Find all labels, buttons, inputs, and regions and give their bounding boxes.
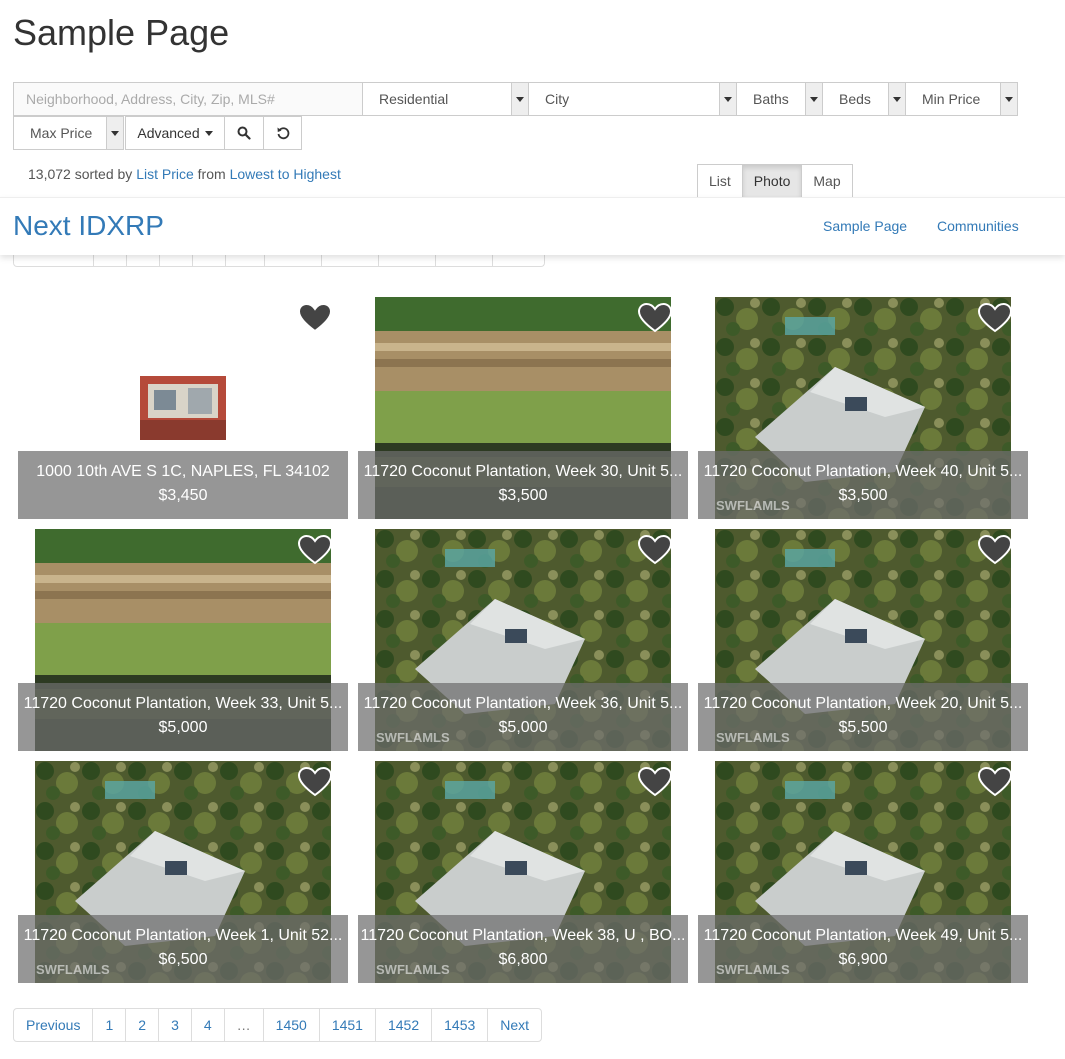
listing-price: $3,450	[158, 487, 208, 504]
sort-order-link[interactable]: Lowest to Highest	[230, 166, 341, 182]
search-icon	[237, 126, 251, 140]
chevron-down-icon	[1000, 83, 1017, 115]
advanced-button[interactable]: Advanced	[125, 116, 225, 150]
baths-value: Baths	[753, 91, 789, 107]
from-text: from	[197, 166, 226, 182]
pagination-page-2[interactable]: 2	[125, 1008, 160, 1042]
view-toggle: List Photo Map	[697, 164, 853, 198]
listing-caption: 11720 Coconut Plantation, Week 33, Unit …	[18, 683, 348, 751]
pagination-page-1450[interactable]: 1450	[262, 1008, 320, 1042]
listing-address[interactable]: 11720 Coconut Plantation, Week 49, Unit …	[698, 925, 1028, 947]
results-count: 13,072	[28, 166, 71, 182]
search-button[interactable]	[224, 116, 264, 150]
listing-address[interactable]: 11720 Coconut Plantation, Week 40, Unit …	[698, 461, 1028, 483]
nav-link-communities[interactable]: Communities	[937, 218, 1019, 234]
page-title: Sample Page	[13, 12, 230, 53]
beds-select[interactable]: Beds	[822, 82, 906, 116]
location-search-placeholder: Neighborhood, Address, City, Zip, MLS#	[26, 91, 275, 107]
chevron-down-icon	[719, 83, 736, 115]
chevron-down-icon	[888, 83, 905, 115]
favorite-heart-icon[interactable]	[298, 767, 332, 797]
pagination: Previous 1 2 3 4 … 1450 1451 1452 1453 N…	[13, 1008, 543, 1042]
favorite-heart-icon[interactable]	[638, 303, 672, 333]
view-map-button[interactable]: Map	[801, 164, 853, 198]
city-select[interactable]: City	[528, 82, 737, 116]
favorite-heart-icon[interactable]	[978, 303, 1012, 333]
listing-price: $3,500	[498, 487, 548, 504]
navbar: Next IDXRP Sample Page Communities	[0, 197, 1065, 255]
pagination-page-4[interactable]: 4	[190, 1008, 225, 1042]
pagination-previous[interactable]: Previous	[13, 1008, 94, 1042]
sorted-by-text: sorted by	[74, 166, 133, 182]
listing-card[interactable]: 11720 Coconut Plantation, Week 38, U , B…	[358, 761, 688, 983]
listing-address[interactable]: 11720 Coconut Plantation, Week 30, Unit …	[358, 461, 688, 483]
pagination-page-1451[interactable]: 1451	[318, 1008, 376, 1042]
view-list-button[interactable]: List	[697, 164, 743, 198]
city-value: City	[545, 91, 570, 107]
mls-watermark: SWFLAMLS	[376, 962, 450, 977]
results-summary: 13,072 sorted by List Price from Lowest …	[28, 166, 341, 182]
listing-price: $5,000	[158, 719, 208, 736]
mls-watermark: SWFLAMLS	[376, 730, 450, 745]
favorite-heart-icon[interactable]	[638, 767, 672, 797]
mls-watermark: SWFLAMLS	[36, 962, 110, 977]
pagination-next[interactable]: Next	[487, 1008, 543, 1042]
pagination-ellipsis: …	[223, 1008, 264, 1042]
listing-card[interactable]: 11720 Coconut Plantation, Week 49, Unit …	[698, 761, 1028, 983]
listing-caption: 1000 10th AVE S 1C, NAPLES, FL 34102 $3,…	[18, 451, 348, 519]
chevron-down-icon	[106, 117, 123, 149]
mls-watermark: SWFLAMLS	[716, 498, 790, 513]
caret-down-icon	[204, 130, 213, 136]
pagination-page-1[interactable]: 1	[92, 1008, 127, 1042]
max-price-select[interactable]: Max Price	[13, 116, 124, 150]
listing-address[interactable]: 1000 10th AVE S 1C, NAPLES, FL 34102	[18, 461, 348, 483]
listing-card[interactable]: 11720 Coconut Plantation, Week 30, Unit …	[358, 297, 688, 519]
reset-button[interactable]	[263, 116, 302, 150]
listing-address[interactable]: 11720 Coconut Plantation, Week 36, Unit …	[358, 693, 688, 715]
mls-watermark: SWFLAMLS	[716, 730, 790, 745]
favorite-heart-icon[interactable]	[298, 535, 332, 565]
beds-value: Beds	[839, 91, 871, 107]
listing-card[interactable]: 1000 10th AVE S 1C, NAPLES, FL 34102 $3,…	[18, 297, 348, 519]
view-photo-button[interactable]: Photo	[741, 164, 803, 198]
pagination-page-1453[interactable]: 1453	[431, 1008, 489, 1042]
reset-icon	[277, 127, 289, 140]
advanced-label: Advanced	[137, 125, 200, 141]
location-search-input[interactable]: Neighborhood, Address, City, Zip, MLS#	[13, 82, 363, 116]
listing-address[interactable]: 11720 Coconut Plantation, Week 20, Unit …	[698, 693, 1028, 715]
min-price-value: Min Price	[922, 91, 981, 107]
brand-link[interactable]: Next IDXRP	[13, 210, 164, 242]
chevron-down-icon	[805, 83, 822, 115]
listing-address[interactable]: 11720 Coconut Plantation, Week 38, U , B…	[358, 925, 688, 947]
favorite-heart-icon[interactable]	[978, 767, 1012, 797]
favorite-heart-icon[interactable]	[638, 535, 672, 565]
listing-address[interactable]: 11720 Coconut Plantation, Week 1, Unit 5…	[18, 925, 348, 947]
pagination-page-1452[interactable]: 1452	[374, 1008, 433, 1042]
listing-address[interactable]: 11720 Coconut Plantation, Week 33, Unit …	[18, 693, 348, 715]
nav-link-sample-page[interactable]: Sample Page	[823, 218, 907, 234]
min-price-select[interactable]: Min Price	[905, 82, 1018, 116]
property-type-select[interactable]: Residential	[362, 82, 529, 116]
listing-card[interactable]: 11720 Coconut Plantation, Week 36, Unit …	[358, 529, 688, 751]
sort-field-link[interactable]: List Price	[136, 166, 194, 182]
chevron-down-icon	[511, 83, 528, 115]
max-price-value: Max Price	[30, 125, 93, 141]
listing-card[interactable]: 11720 Coconut Plantation, Week 40, Unit …	[698, 297, 1028, 519]
favorite-heart-icon[interactable]	[978, 535, 1012, 565]
pagination-page-3[interactable]: 3	[158, 1008, 192, 1042]
property-type-value: Residential	[379, 91, 449, 107]
baths-select[interactable]: Baths	[736, 82, 823, 116]
favorite-heart-icon[interactable]	[298, 303, 332, 333]
listing-caption: 11720 Coconut Plantation, Week 30, Unit …	[358, 451, 688, 519]
listing-card[interactable]: 11720 Coconut Plantation, Week 20, Unit …	[698, 529, 1028, 751]
listing-card[interactable]: 11720 Coconut Plantation, Week 33, Unit …	[18, 529, 348, 751]
mls-watermark: SWFLAMLS	[716, 962, 790, 977]
listing-card[interactable]: 11720 Coconut Plantation, Week 1, Unit 5…	[18, 761, 348, 983]
listing-photo[interactable]	[140, 376, 226, 440]
